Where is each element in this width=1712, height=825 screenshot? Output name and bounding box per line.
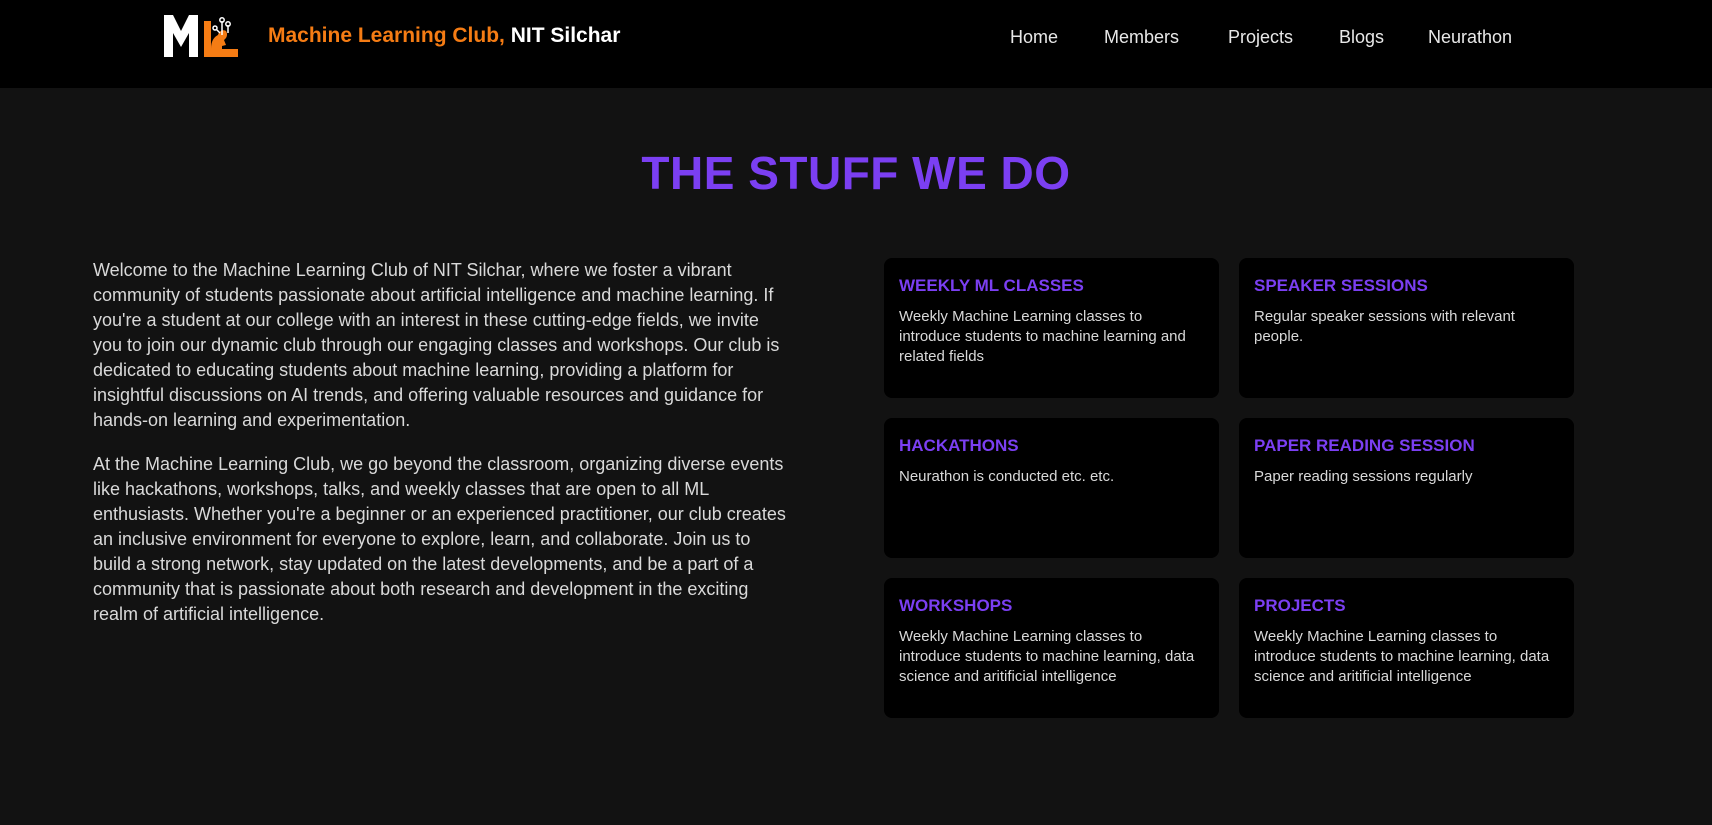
nav-link-members[interactable]: Members <box>1104 27 1179 48</box>
activity-card-workshops: WORKSHOPS Weekly Machine Learning classe… <box>884 578 1219 718</box>
navbar: Machine Learning Club, NIT Silchar Home … <box>0 0 1712 88</box>
card-description: Weekly Machine Learning classes to intro… <box>1254 628 1550 685</box>
card-description: Weekly Machine Learning classes to intro… <box>899 308 1186 365</box>
card-title: WORKSHOPS <box>899 596 1013 615</box>
activity-card-paper-reading: PAPER READING SESSION Paper reading sess… <box>1239 418 1574 558</box>
card-description: Paper reading sessions regularly <box>1254 468 1473 485</box>
main-nav: Home Members Projects Blogs Neurathon <box>0 27 1712 51</box>
card-title: PAPER READING SESSION <box>1254 436 1475 455</box>
card-title: WEEKLY ML CLASSES <box>899 276 1084 295</box>
card-description: Neurathon is conducted etc. etc. <box>899 468 1115 485</box>
card-title: PROJECTS <box>1254 596 1346 615</box>
nav-link-blogs[interactable]: Blogs <box>1339 27 1384 48</box>
nav-link-home[interactable]: Home <box>1010 27 1058 48</box>
card-description: Weekly Machine Learning classes to intro… <box>899 628 1195 685</box>
intro-text: Welcome to the Machine Learning Club of … <box>93 258 790 646</box>
activity-card-weekly-ml-classes: WEEKLY ML CLASSES Weekly Machine Learnin… <box>884 258 1219 398</box>
activity-card-hackathons: HACKATHONS Neurathon is conducted etc. e… <box>884 418 1219 558</box>
intro-paragraph: Welcome to the Machine Learning Club of … <box>93 260 780 430</box>
card-title: HACKATHONS <box>899 436 1019 455</box>
intro-paragraph: At the Machine Learning Club, we go beyo… <box>93 454 786 624</box>
section-title: THE STUFF WE DO <box>641 147 1071 199</box>
nav-link-projects[interactable]: Projects <box>1228 27 1293 48</box>
nav-link-neurathon[interactable]: Neurathon <box>1428 27 1512 48</box>
card-title: SPEAKER SESSIONS <box>1254 276 1428 295</box>
activity-card-speaker-sessions: SPEAKER SESSIONS Regular speaker session… <box>1239 258 1574 398</box>
activity-card-projects: PROJECTS Weekly Machine Learning classes… <box>1239 578 1574 718</box>
card-description: Regular speaker sessions with relevant p… <box>1254 308 1515 345</box>
